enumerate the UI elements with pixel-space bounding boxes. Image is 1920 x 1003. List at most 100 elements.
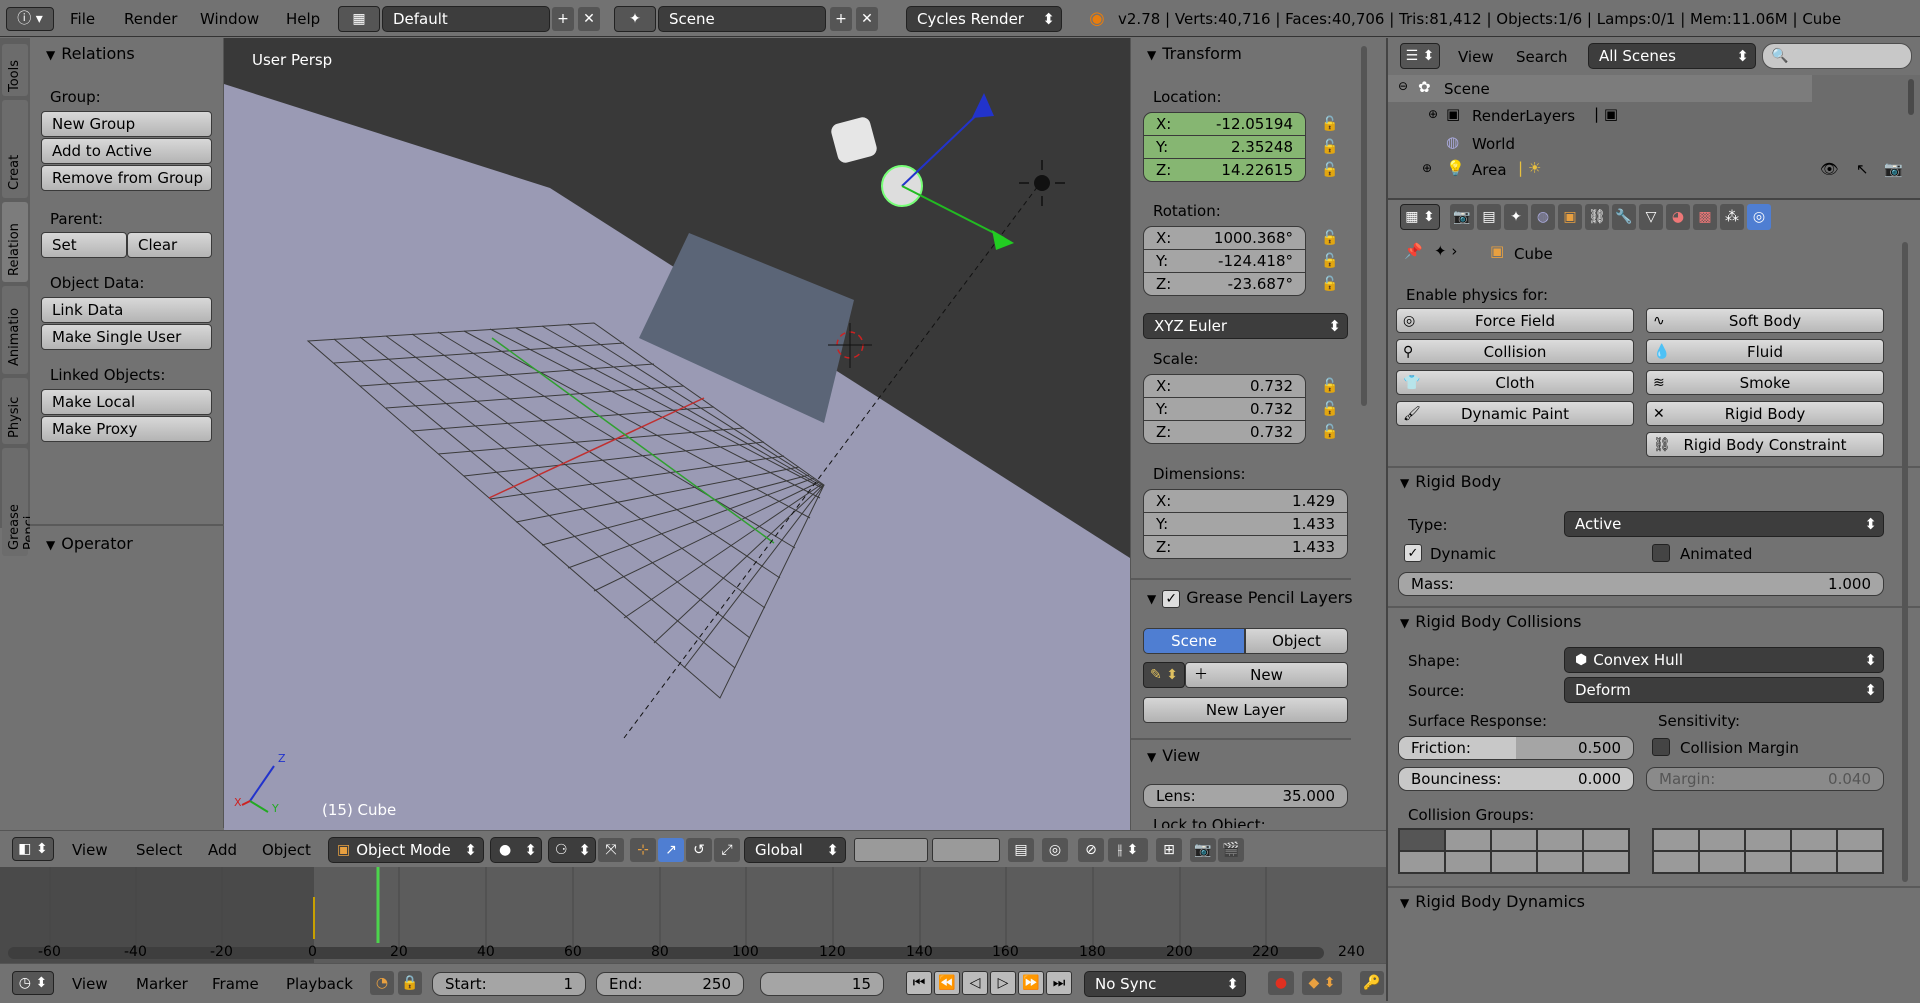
grease-new-button[interactable]: ＋ New (1185, 662, 1348, 688)
translate-icon[interactable]: ⊹ (630, 838, 656, 862)
texture-tab-icon[interactable]: ▩ (1693, 204, 1717, 230)
tab-create[interactable]: Creat (2, 100, 28, 198)
outliner-item-world[interactable]: World (1472, 135, 1515, 153)
tab-relations[interactable]: Relation (2, 202, 28, 282)
render-layers-tab-icon[interactable]: ▤ (1477, 204, 1501, 230)
move-icon[interactable]: ↗ (658, 838, 684, 862)
scale-y-field[interactable]: Y: 0.732 (1143, 397, 1306, 421)
snap-icon[interactable]: ⊘ (1078, 838, 1104, 862)
timeline-menu-view[interactable]: View (72, 975, 108, 993)
proportional-edit-icon[interactable]: ◎ (1042, 838, 1068, 862)
record-icon[interactable]: ● (1268, 971, 1294, 995)
play-icon[interactable]: ▷ (990, 971, 1016, 995)
outliner-editor-icon[interactable]: ☰ ⬍ (1400, 43, 1440, 69)
menu-select[interactable]: Select (136, 841, 182, 859)
scale-x-field[interactable]: X: 0.732 (1143, 374, 1306, 398)
menu-help[interactable]: Help (286, 10, 320, 28)
keying-set-icon[interactable]: ◆ ⬍ (1302, 971, 1342, 995)
outliner-menu-view[interactable]: View (1458, 48, 1494, 66)
animated-checkbox[interactable] (1652, 544, 1670, 562)
jump-start-icon[interactable]: ⏮ (906, 971, 932, 995)
timeline-menu-marker[interactable]: Marker (136, 975, 188, 993)
menu-window[interactable]: Window (200, 10, 259, 28)
scale-z-field[interactable]: Z: 0.732 (1143, 420, 1306, 444)
bounciness-slider[interactable]: Bounciness: 0.000 (1398, 767, 1634, 791)
rigid-body-button[interactable]: ✕ Rigid Body (1646, 401, 1884, 426)
remove-from-group-button[interactable]: Remove from Group (41, 165, 212, 191)
lock-icon[interactable]: 🔓 (1317, 375, 1343, 397)
dimensions-z-field[interactable]: Z: 1.433 (1143, 535, 1348, 559)
render-layer-icon[interactable]: ▤ (1008, 838, 1034, 862)
outliner-scope-select[interactable]: All Scenes ⬍ (1588, 43, 1756, 69)
timeline-menu-frame[interactable]: Frame (212, 975, 259, 993)
orientation-select[interactable]: Global ⬍ (744, 837, 846, 863)
layout-field[interactable]: Default (382, 6, 550, 32)
grease-scene-tab[interactable]: Scene (1143, 628, 1245, 654)
rotation-y-field[interactable]: Y: -124.418° (1143, 249, 1306, 273)
dynamics-panel-header[interactable]: ▼ Rigid Body Dynamics (1400, 892, 1585, 911)
prev-keyframe-icon[interactable]: ⏪ (934, 971, 960, 995)
rigid-body-type-select[interactable]: Active ⬍ (1564, 511, 1884, 537)
pivot-select[interactable]: ⚆ ⬍ (548, 837, 596, 863)
rigid-body-panel-header[interactable]: ▼ Rigid Body (1400, 472, 1501, 491)
dimensions-x-field[interactable]: X: 1.429 (1143, 489, 1348, 513)
outliner-item-renderlayers[interactable]: RenderLayers (1472, 107, 1575, 125)
renderability-camera-icon[interactable]: 📷 (1884, 160, 1903, 178)
menu-object[interactable]: Object (262, 841, 311, 859)
preview-range-icon[interactable]: ◔ (370, 971, 394, 995)
opengl-anim-icon[interactable]: 🎬 (1218, 838, 1244, 862)
end-frame-field[interactable]: End: 250 (596, 972, 744, 996)
outliner-item-area[interactable]: Area (1472, 161, 1507, 179)
lock-icon[interactable]: 🔓 (1317, 273, 1343, 295)
location-x-field[interactable]: X: -12.05194 (1143, 112, 1306, 136)
render-engine-select[interactable]: Cycles Render ⬍ (906, 6, 1062, 32)
checkbox-icon[interactable]: ✓ (1162, 590, 1181, 608)
soft-body-button[interactable]: ∿ Soft Body (1646, 308, 1884, 333)
tab-tools[interactable]: Tools (2, 44, 28, 96)
rotation-x-field[interactable]: X: 1000.368° (1143, 226, 1306, 250)
next-keyframe-icon[interactable]: ⏩ (1018, 971, 1044, 995)
properties-scrollbar[interactable] (1902, 242, 1908, 882)
lock-icon[interactable]: 🔓 (1317, 113, 1343, 135)
layer-buttons[interactable] (932, 838, 1000, 862)
outliner-item-scene[interactable]: Scene (1444, 80, 1490, 98)
constraints-tab-icon[interactable]: ⛓ (1585, 204, 1609, 230)
fluid-button[interactable]: 💧 Fluid (1646, 339, 1884, 364)
collision-shape-select[interactable]: ⬢ Convex Hull ⬍ (1564, 647, 1884, 673)
rigid-body-constraint-button[interactable]: ⛓ Rigid Body Constraint (1646, 432, 1884, 457)
grease-pencil-panel-header[interactable]: ▼ ✓ Grease Pencil Layers (1147, 588, 1353, 608)
collision-margin-checkbox[interactable] (1652, 738, 1670, 756)
modifiers-tab-icon[interactable]: 🔧 (1612, 204, 1636, 230)
scene-tab-icon[interactable]: ✦ (1504, 204, 1528, 230)
location-z-field[interactable]: Z: 14.22615 (1143, 158, 1306, 182)
snap-target-icon[interactable]: ⫲ ⬍ (1108, 838, 1148, 862)
snap-element-icon[interactable]: ⊞ (1156, 838, 1182, 862)
panel-scrollbar[interactable] (1361, 46, 1367, 406)
layer-buttons[interactable] (854, 838, 928, 862)
keyframe-tool-icon[interactable]: 🔑 (1360, 971, 1384, 995)
particles-tab-icon[interactable]: ⁂ (1720, 204, 1744, 230)
physics-tab-icon[interactable]: ◎ (1747, 204, 1771, 230)
scene-field[interactable]: Scene (658, 6, 826, 32)
3d-viewport[interactable]: User Persp Z Y X (15) Cube (224, 38, 1130, 830)
timeline-editor-icon[interactable]: ◷ ⬍ (12, 971, 54, 995)
cloth-button[interactable]: 👕 Cloth (1396, 370, 1634, 395)
location-y-field[interactable]: Y: 2.35248 (1143, 135, 1306, 159)
dynamic-paint-button[interactable]: 🖌 Dynamic Paint (1396, 401, 1634, 426)
selectability-cursor-icon[interactable]: ↖ (1856, 160, 1869, 178)
dynamic-checkbox[interactable]: ✓ (1404, 544, 1422, 562)
relations-panel-header[interactable]: ▼ Relations (46, 44, 135, 63)
make-proxy-button[interactable]: Make Proxy (41, 416, 212, 442)
shading-select[interactable]: ● ⬍ (490, 837, 542, 863)
lock-icon[interactable]: 🔓 (1317, 250, 1343, 272)
editor-type-icon[interactable]: ◧ ⬍ (12, 837, 54, 861)
mode-select[interactable]: ▣ Object Mode ⬍ (328, 837, 484, 863)
link-data-button[interactable]: Link Data (41, 297, 212, 323)
outliner-scrollbar[interactable] (1908, 79, 1914, 115)
lock-icon[interactable]: 🔓 (1317, 398, 1343, 420)
timeline-menu-playback[interactable]: Playback (286, 975, 353, 993)
menu-add[interactable]: Add (208, 841, 237, 859)
menu-render[interactable]: Render (124, 10, 177, 28)
material-tab-icon[interactable]: ◕ (1666, 204, 1690, 230)
add-scene-icon[interactable]: + (830, 7, 852, 31)
